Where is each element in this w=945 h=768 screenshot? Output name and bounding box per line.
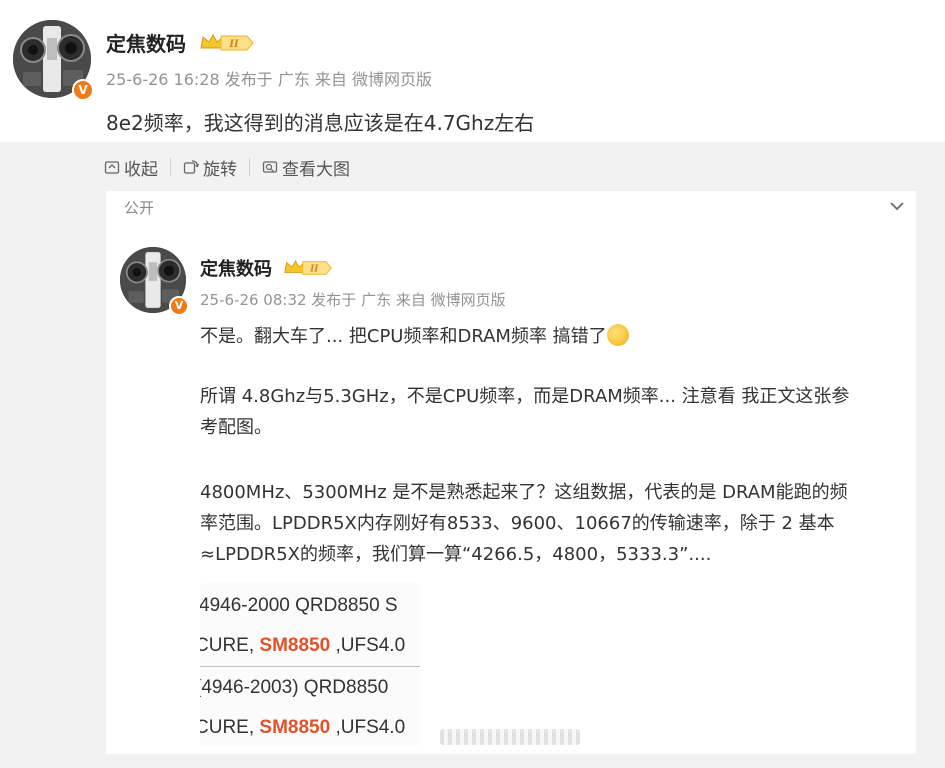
crown-badge-icon[interactable]: II: [199, 32, 255, 59]
repost-author-name[interactable]: 定焦数码 II: [200, 255, 333, 283]
post-author-name[interactable]: 定焦数码 II: [106, 28, 255, 59]
media-toolbar: 收起 旋转 查看大图: [104, 155, 350, 180]
image-text-line: 4946-2000 QRD8850 S: [200, 595, 398, 616]
view-large-button[interactable]: 查看大图: [262, 155, 350, 180]
rotate-icon: [183, 160, 199, 174]
watermark: [440, 729, 580, 745]
collapse-button[interactable]: 收起: [104, 155, 158, 180]
repost-paragraph-3-line-3: ≈LPDDR5X的频率，我们算一算“4266.5，4800，5333.3”...…: [200, 544, 712, 565]
post-text: 8e2频率，我这得到的消息应该是在4.7Ghz左右: [106, 111, 535, 135]
chevron-down-icon[interactable]: [888, 197, 906, 215]
collapse-label: 收起: [124, 159, 158, 180]
image-text-line: (4946-2003) QRD8850: [200, 677, 389, 698]
badge-level-text: II: [309, 264, 319, 274]
verified-v-icon: V: [169, 296, 189, 316]
image-text-line: CURE, SM8850 ,UFS4.0: [200, 717, 406, 738]
repost-author-avatar[interactable]: V: [120, 247, 189, 316]
paragraph-text: 不是。翻大车了... 把CPU频率和DRAM频率 搞错了: [200, 326, 607, 347]
toolbar-divider: [170, 158, 171, 176]
repost-paragraph-3-line-2: 率范围。LPDDR5X内存刚好有8533、9600、10667的传输速率，除于 …: [200, 513, 835, 534]
emoji-icon: [606, 324, 629, 346]
author-name-text[interactable]: 定焦数码: [200, 259, 272, 280]
repost-meta: 25-6-26 08:32 发布于 广东 来自 微博网页版: [200, 291, 506, 309]
attached-image[interactable]: 4946-2000 QRD8850 S CURE, SM8850 ,UFS4.0…: [200, 583, 420, 746]
repost-paragraph-2-line-1: 所谓 4.8Ghz与5.3GHz，不是CPU频率，而是DRAM频率... 注意看…: [200, 386, 850, 407]
repost-paragraph-3-line-1: 4800MHz、5300MHz 是不是熟悉起来了？这组数据，代表的是 DRAM能…: [200, 482, 848, 503]
crown-badge-icon[interactable]: II: [283, 258, 333, 283]
repost-paragraph-2-line-2: 考配图。: [200, 417, 272, 438]
view-large-icon: [262, 161, 278, 173]
repost-paragraph-1: 不是。翻大车了... 把CPU频率和DRAM频率 搞错了: [200, 321, 629, 352]
toolbar-divider: [249, 158, 250, 176]
author-name-text[interactable]: 定焦数码: [106, 32, 186, 56]
verified-v-icon: V: [72, 79, 94, 101]
post-meta: 25-6-26 16:28 发布于 广东 来自 微博网页版: [106, 70, 432, 89]
visibility-label: 公开: [124, 199, 155, 217]
badge-level-text: II: [228, 39, 239, 50]
author-avatar[interactable]: V: [13, 20, 94, 101]
image-text-line: CURE, SM8850 ,UFS4.0: [200, 635, 406, 656]
image-divider: [200, 666, 420, 667]
view-large-label: 查看大图: [282, 159, 350, 180]
rotate-label: 旋转: [203, 159, 237, 180]
rotate-button[interactable]: 旋转: [183, 155, 237, 180]
collapse-icon: [104, 161, 120, 174]
